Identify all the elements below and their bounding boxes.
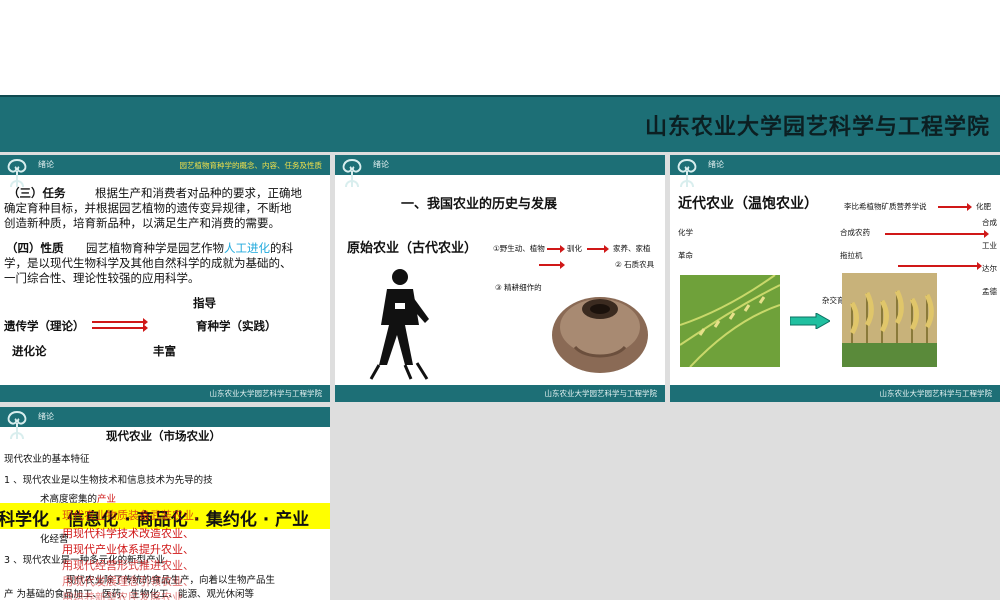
industry-label: 工业 — [982, 241, 997, 250]
overlay-line-6: 用培养新型农民发展农业 — [62, 591, 183, 600]
stone-tool-image — [552, 297, 648, 373]
genetics-label: 遗传学（理论） — [4, 319, 85, 333]
arrow-right-icon — [92, 324, 148, 332]
features-heading: 现代农业的基本特征 — [4, 454, 90, 465]
darwin-label: 达尔 — [982, 264, 997, 273]
slide-header: 绪论 — [0, 407, 330, 427]
nature-heading: （四）性质 — [6, 241, 64, 255]
slide-footer: 山东农业大学园艺科学与工程学院 — [670, 385, 1000, 402]
scroll-ornament-icon — [342, 159, 362, 188]
overlay-line-4: 用现代经营形式推进农业、 — [62, 559, 194, 572]
slide-tag: 绪论 — [38, 160, 54, 169]
slide-tag: 绪论 — [708, 160, 724, 169]
scroll-ornament-icon — [677, 159, 697, 188]
scroll-ornament-icon — [7, 411, 27, 440]
slide-thumbnail-3[interactable]: 绪论 近代农业（温饱农业） 李比希植物矿质营养学说 化肥 合成 化学 合成农药 … — [670, 155, 1000, 402]
fertilizer-label: 化肥 — [976, 202, 991, 211]
slide-thumbnail-1[interactable]: 绪论 园艺植物育种学的概念、内容、任务及性质 （三）任务 根据生产和消费者对品种… — [0, 155, 330, 402]
slide-footer: 山东农业大学园艺科学与工程学院 — [335, 385, 665, 402]
task-line-3: 创造新种质，培育新品种，以满足生产和消费的需要。 — [4, 216, 280, 230]
point-1: ①野生动、植物 — [493, 244, 545, 253]
slide-header: 绪论 — [335, 155, 665, 175]
banner-title: 山东农业大学园艺科学与工程学院 — [644, 114, 990, 140]
arrow-right-icon — [790, 313, 830, 329]
breeding-label: 育种学（实践） — [196, 319, 277, 333]
overlay-line-2: 用现代科学技术改造农业、 — [62, 527, 194, 540]
arrow-right-icon — [938, 203, 972, 211]
synth-label: 合成 — [982, 218, 997, 227]
liebig-theory: 李比希植物矿质营养学说 — [844, 202, 927, 211]
chem-label: 化学 — [678, 228, 693, 237]
arrow-right-icon — [539, 261, 565, 269]
point-domesticate: 驯化 — [567, 244, 582, 253]
arrow-right-icon — [898, 262, 982, 270]
slide-footer-text: 山东农业大学园艺科学与工程学院 — [544, 389, 658, 398]
revolution-label: 革命 — [678, 251, 693, 260]
task-heading: （三）任务 — [8, 186, 66, 200]
primitive-agriculture: 原始农业（古代农业） — [347, 241, 478, 256]
slide-header: 绪论 园艺植物育种学的概念、内容、任务及性质 — [0, 155, 330, 175]
tractor-label: 拖拉机 — [840, 251, 863, 260]
rice-plant-green-image — [680, 275, 780, 367]
slide-footer-text: 山东农业大学园艺科学与工程学院 — [879, 389, 993, 398]
nature-line-3: 一门综合性、理论性较强的应用科学。 — [4, 271, 200, 285]
slide-title: 现代农业（市场农业） — [106, 429, 221, 443]
arrow-right-icon — [92, 318, 148, 326]
slide-footer-text: 山东农业大学园艺科学与工程学院 — [209, 389, 323, 398]
point-domestic: 家养、家植 — [613, 244, 651, 253]
enrich-label: 丰富 — [153, 344, 176, 358]
slide-thumbnail-4[interactable]: 绪论 现代农业（市场农业） 现代农业的基本特征 1 、现代农业是以生物技术和信息… — [0, 407, 330, 600]
slide-tag: 绪论 — [38, 412, 54, 421]
point-2: ② 石质农具 — [615, 260, 655, 269]
task-line-1: 根据生产和消费者对品种的要求，正确地 — [95, 186, 302, 200]
point-3: ③ 精耕细作的 — [495, 283, 542, 292]
slide-thumbnail-2[interactable]: 绪论 一、我国农业的历史与发展 原始农业（古代农业） ①野生动、植物 驯化 家养… — [335, 155, 665, 402]
rice-plant-ripe-image — [842, 273, 937, 367]
feature-1: 1 、现代农业是以生物技术和信息技术为先导的技 — [4, 475, 213, 486]
evolution-label: 进化论 — [12, 344, 47, 358]
arrow-right-icon — [547, 245, 565, 253]
mendel-label: 孟德 — [982, 287, 997, 296]
overlay-line-1: 现代农业物质装备武装农业、 — [62, 509, 205, 522]
slide-header: 绪论 — [670, 155, 1000, 175]
slide-title: 一、我国农业的历史与发展 — [401, 197, 558, 212]
slide-header-subtitle: 园艺植物育种学的概念、内容、任务及性质 — [179, 161, 323, 170]
task-line-2: 确定育种目标，并根据园艺植物的遗传变异规律，不断地 — [4, 201, 292, 215]
slide-footer: 山东农业大学园艺科学与工程学院 — [0, 385, 330, 402]
nature-line-1: 园艺植物育种学是园艺作物人工进化的科 — [86, 241, 293, 255]
pesticide-label: 合成农药 — [840, 228, 870, 237]
slide-title: 近代农业（温饱农业） — [678, 196, 818, 212]
arrow-right-icon — [885, 230, 989, 238]
nature-line-2: 学，是以现代生物科学及其他自然科学的成就为基础的、 — [4, 256, 292, 270]
slide-tag: 绪论 — [373, 160, 389, 169]
guide-label: 指导 — [193, 296, 216, 310]
ancient-farmer-figure — [369, 269, 429, 380]
arrow-right-icon — [587, 245, 609, 253]
title-banner: 山东农业大学园艺科学与工程学院 — [0, 95, 1000, 154]
